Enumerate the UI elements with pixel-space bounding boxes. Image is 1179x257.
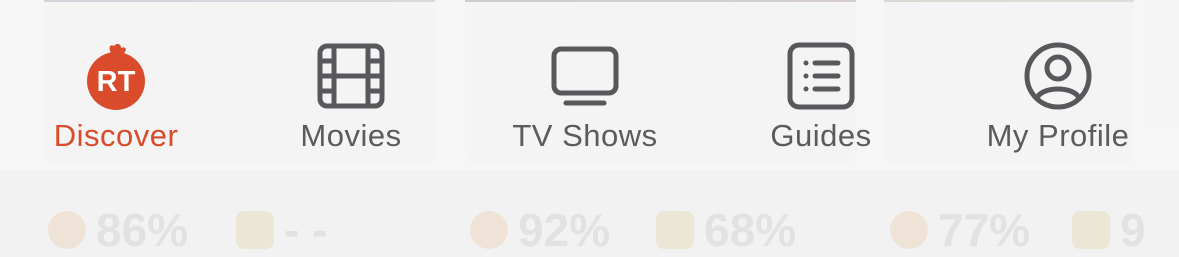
tab-discover[interactable]: RT Discover [40,38,192,154]
rotten-tomatoes-logo-icon: RT [78,38,154,114]
score-value: 86% [96,204,189,256]
score-value: 9 [1120,204,1146,256]
tab-my-profile[interactable]: My Profile [972,38,1144,154]
tab-guides[interactable]: Guides [756,38,886,154]
score-value: 77% [938,204,1031,256]
score-value: - - [284,204,328,256]
background-score: - - [236,203,327,257]
tab-label: Movies [300,118,402,153]
tab-tv-shows[interactable]: TV Shows [500,38,670,154]
profile-icon [1020,38,1096,114]
tv-icon [547,38,623,114]
tomato-score-icon [48,211,86,249]
popcorn-score-icon [656,211,694,249]
tomato-score-icon [890,211,928,249]
tab-bar: RT Discover Movies TV Shows Guides My Pr… [0,0,1179,170]
tab-label: Guides [770,118,872,153]
background-score: 9 [1072,203,1146,257]
tab-movies[interactable]: Movies [280,38,422,154]
tab-label: TV Shows [512,118,658,153]
background-score: 68% [656,203,796,257]
background-score: 92% [470,203,610,257]
score-value: 68% [704,204,797,256]
film-strip-icon [313,38,389,114]
background-score: 86% [48,203,188,257]
svg-text:RT: RT [97,66,136,98]
background-score: 77% [890,203,1030,257]
popcorn-score-icon [1072,211,1110,249]
tab-label: Discover [53,118,179,153]
popcorn-score-icon [236,211,274,249]
list-icon [783,38,859,114]
score-value: 92% [518,204,611,256]
tab-label: My Profile [986,118,1130,153]
tomato-score-icon [470,211,508,249]
